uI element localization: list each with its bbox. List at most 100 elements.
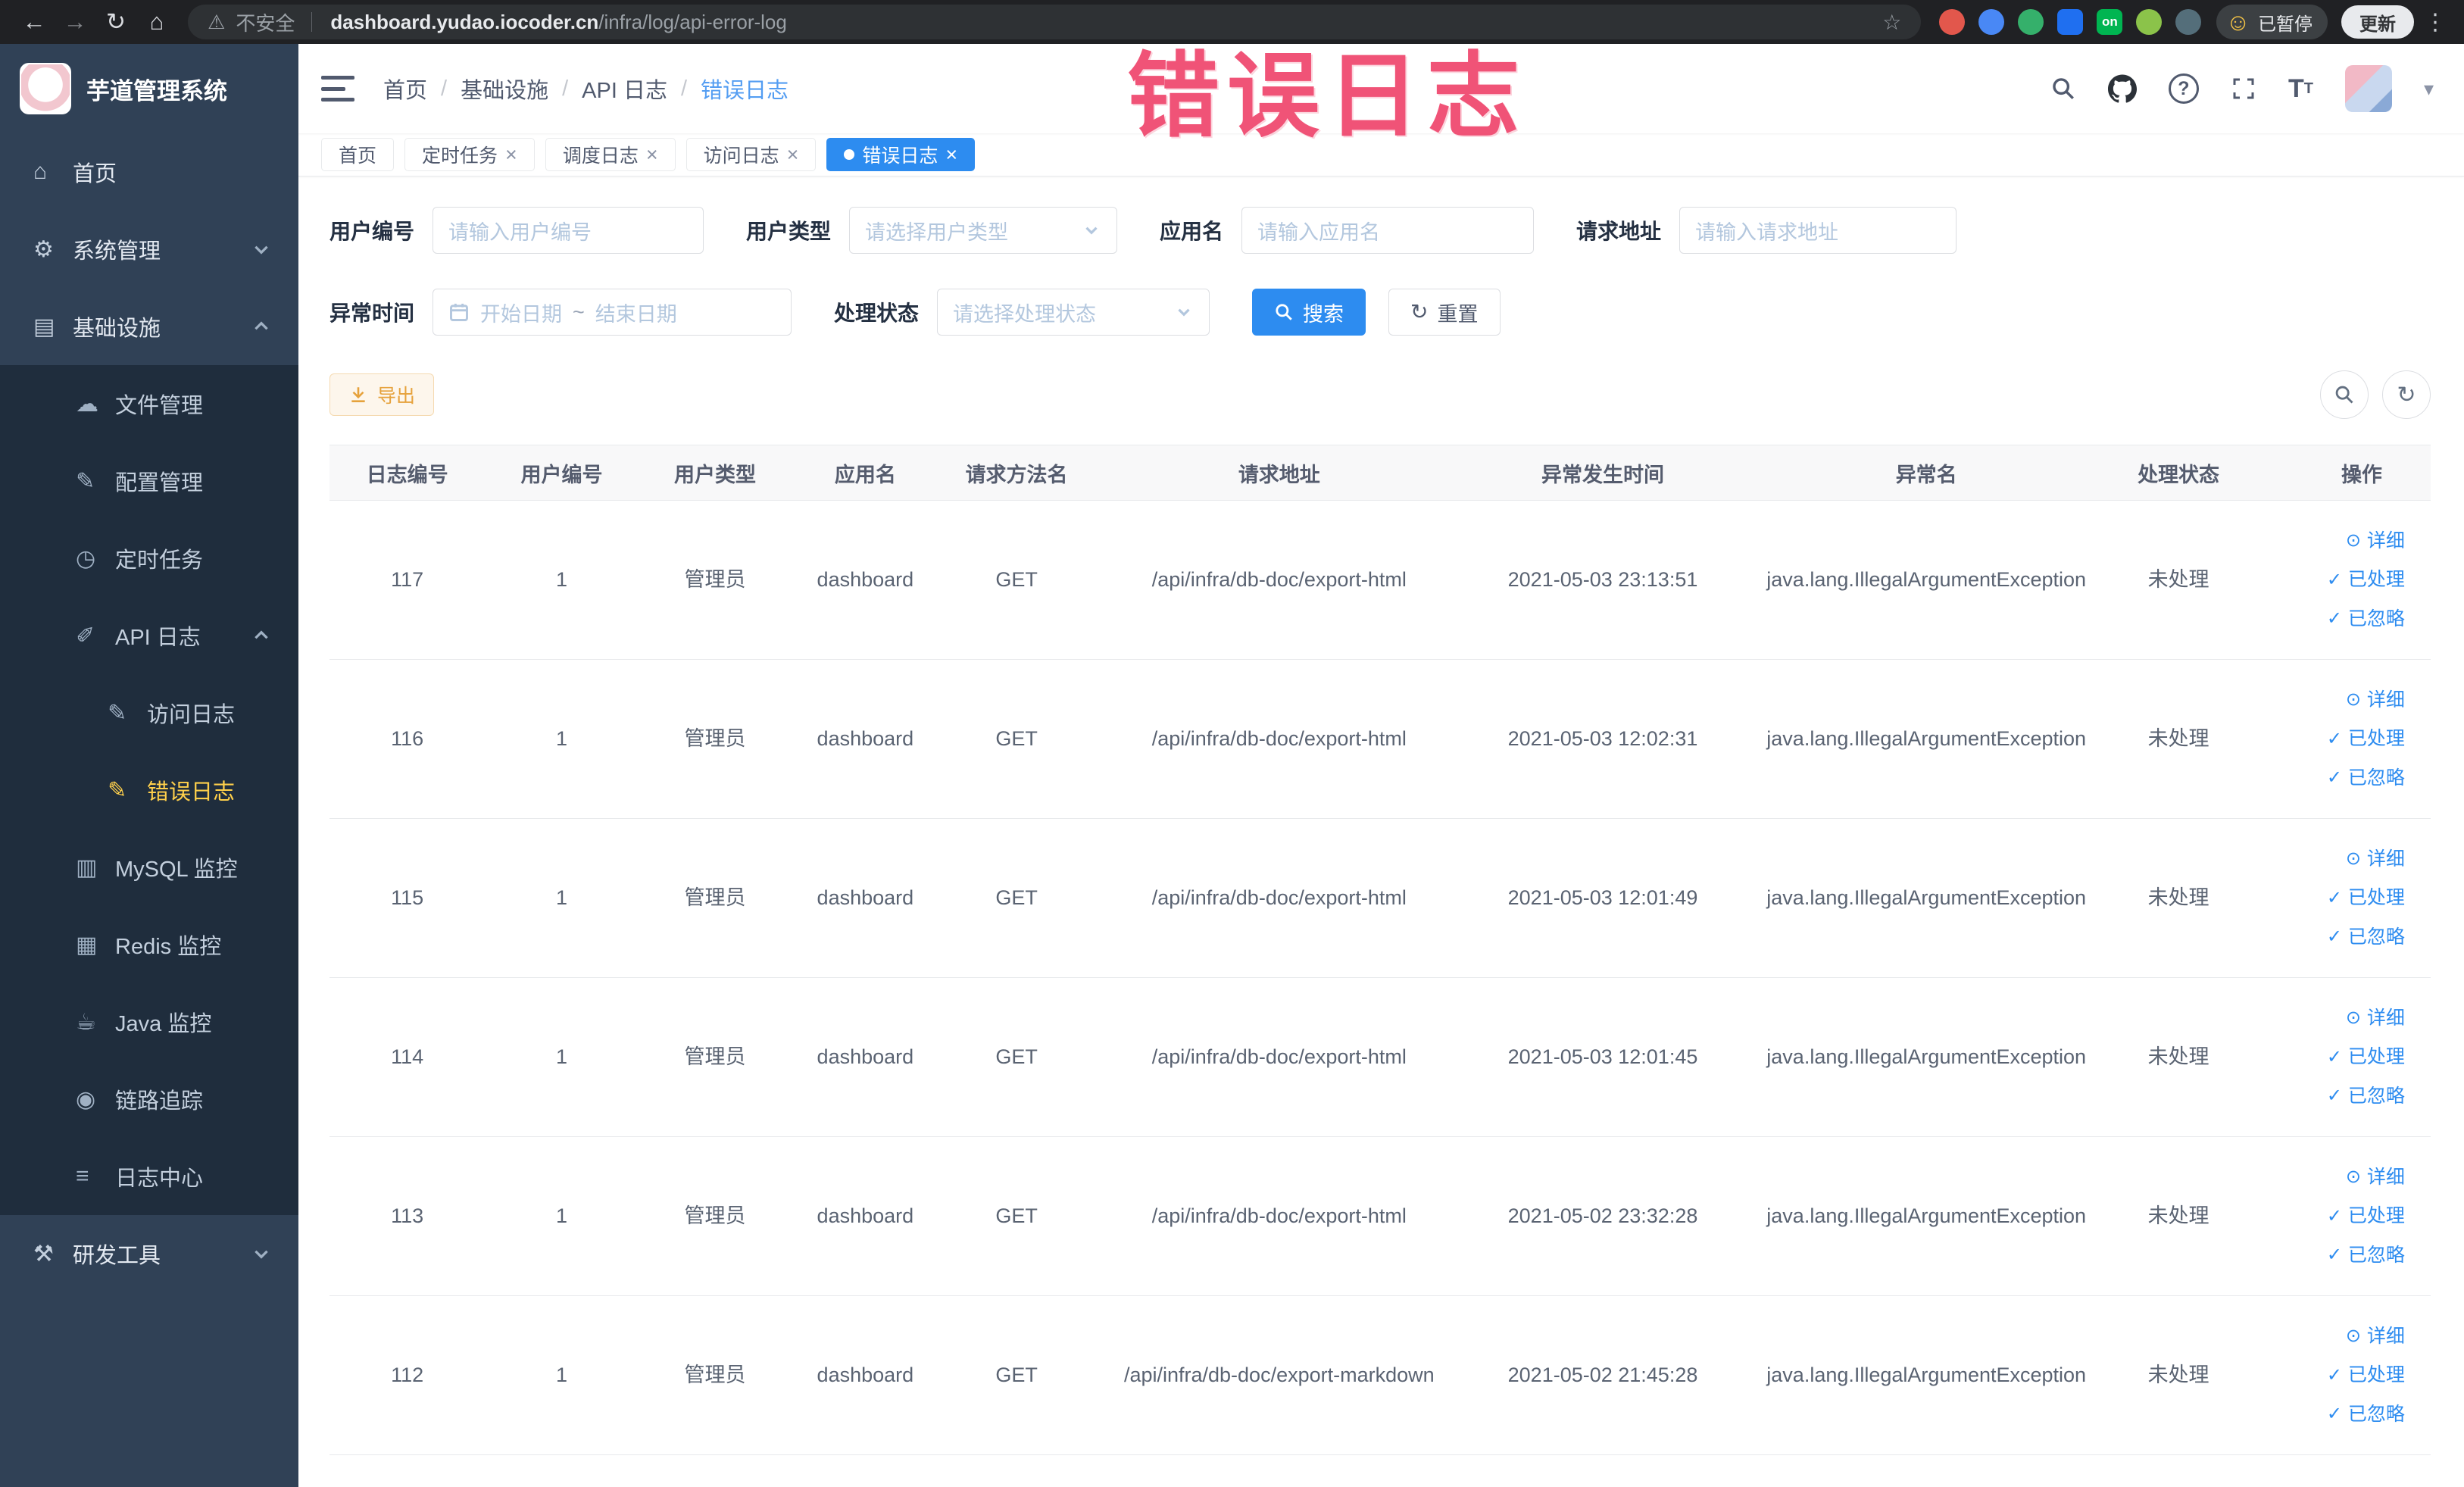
chevron-down-icon [1178,308,1190,317]
browser-update-button[interactable]: 更新 [2341,5,2414,39]
reset-button[interactable]: ↻ 重置 [1388,289,1501,336]
user-id-input[interactable]: 请输入用户编号 [433,207,704,254]
breadcrumb-home[interactable]: 首页 [383,73,427,105]
sidebar-item-api-log[interactable]: ✐ API 日志 [0,597,298,674]
search-icon[interactable] [2050,76,2076,102]
tab-error-log[interactable]: 错误日志 × [826,138,976,171]
caret-down-icon[interactable]: ▾ [2424,77,2434,101]
sidebar-item-label: 首页 [73,162,117,186]
sidebar-item-mysql-monitor[interactable]: ▥ MySQL 监控 [0,829,298,906]
sidebar-item-trace[interactable]: ◉ 链路追踪 [0,1061,298,1138]
user-id-cell: 1 [556,886,568,909]
refresh-button[interactable]: ↻ [2382,370,2431,419]
fullscreen-icon[interactable] [2231,76,2256,102]
sidebar-item-config-manage[interactable]: ✎ 配置管理 [0,442,298,520]
forward-icon[interactable]: → [55,4,95,40]
sidebar-item-redis-monitor[interactable]: ▦ Redis 监控 [0,906,298,983]
font-size-icon[interactable]: TT [2288,74,2313,104]
reload-icon[interactable]: ↻ [95,4,136,40]
back-icon[interactable]: ← [14,4,55,40]
ignored-link[interactable]: ✓ 已忽略 [2327,764,2405,792]
extension-icon-on[interactable]: on [2097,9,2123,35]
detail-link[interactable]: ⊙ 详细 [2346,845,2405,873]
security-warning-icon[interactable]: ⚠ [208,11,225,34]
reset-button-label: 重置 [1437,302,1479,326]
exception-time-cell: 2021-05-03 12:01:45 [1507,1045,1698,1068]
exception-time-range-input[interactable]: 开始日期 ~ 结束日期 [433,289,792,336]
profile-chip[interactable]: ☺ 已暂停 [2216,5,2328,39]
tab-home[interactable]: 首页 [321,138,395,171]
detail-link[interactable]: ⊙ 详细 [2346,1004,2405,1032]
extension-icon-7[interactable] [2175,9,2202,35]
processed-link[interactable]: ✓ 已处理 [2327,1043,2405,1070]
extension-icon-4[interactable] [2057,9,2084,35]
ignored-link[interactable]: ✓ 已忽略 [2327,923,2405,951]
ignored-link[interactable]: ✓ 已忽略 [2327,1401,2405,1428]
export-button[interactable]: 导出 [329,373,435,416]
collapse-menu-icon[interactable] [321,76,354,102]
request-url-input[interactable]: 请输入请求地址 [1679,207,1957,254]
ignored-link[interactable]: ✓ 已忽略 [2327,605,2405,633]
sidebar-item-dev-tools[interactable]: ⚒ 研发工具 [0,1215,298,1292]
ignored-link[interactable]: ✓ 已忽略 [2327,1242,2405,1269]
close-icon[interactable]: × [505,144,517,165]
table-header: 日志编号 用户编号 用户类型 应用名 请求方法名 请求地址 异常发生时间 异常名… [329,445,2431,501]
search-button-label: 搜索 [1303,302,1344,326]
app-logo[interactable]: 芋道管理系统 [0,44,298,133]
sidebar-item-file-manage[interactable]: ☁ 文件管理 [0,365,298,442]
sidebar-item-system-manage[interactable]: ⚙ 系统管理 [0,211,298,288]
user-avatar[interactable] [2344,65,2392,112]
detail-link[interactable]: ⊙ 详细 [2346,1164,2405,1191]
actions-cell: ⊙ 详细 ✓ 已处理 ✓ 已忽略 [2246,686,2431,792]
sidebar-item-java-monitor[interactable]: ☕ Java 监控 [0,983,298,1061]
table-row: 113 1 管理员 dashboard GET/api/infra/db-doc/exp… [329,1137,2431,1296]
github-icon[interactable] [2107,74,2137,103]
processed-link[interactable]: ✓ 已处理 [2327,725,2405,752]
exception-time-cell: 2021-05-03 23:13:51 [1507,567,1698,591]
search-button[interactable]: 搜索 [1252,289,1366,336]
user-id-cell: 1 [556,567,568,591]
url-bar[interactable]: ⚠ 不安全 dashboard.yudao.iocoder.cn/infra/l… [188,5,1922,39]
check-icon: ✓ [2326,767,2342,788]
sidebar-item-access-log[interactable]: ✎ 访问日志 [0,674,298,751]
ignored-link[interactable]: ✓ 已忽略 [2327,1082,2405,1110]
extension-icon-1[interactable] [1939,9,1966,35]
search-toggle-button[interactable] [2320,370,2369,419]
processed-link[interactable]: ✓ 已处理 [2327,884,2405,911]
breadcrumb-infrastructure[interactable]: 基础设施 [461,73,548,105]
help-icon[interactable]: ? [2168,73,2199,104]
table-row: 114 1 管理员 dashboard GET/api/infra/db-doc/exp… [329,978,2431,1137]
extension-icon-3[interactable] [2018,9,2044,35]
extension-icon-6[interactable] [2136,9,2163,35]
detail-link[interactable]: ⊙ 详细 [2346,527,2405,555]
error-log-icon: ✎ [108,777,127,803]
process-status-select[interactable]: 请选择处理状态 [937,289,1210,336]
user-type-select[interactable]: 请选择用户类型 [849,207,1118,254]
sidebar-item-log-center[interactable]: ≡ 日志中心 [0,1138,298,1215]
tab-dispatch-log[interactable]: 调度日志 × [545,138,676,171]
detail-link[interactable]: ⊙ 详细 [2346,1323,2405,1350]
extension-icon-2[interactable] [1978,9,2005,35]
sidebar-item-label: 访问日志 [147,703,236,727]
close-icon[interactable]: × [787,144,799,165]
sidebar-item-home[interactable]: ⌂ 首页 [0,133,298,211]
close-icon[interactable]: × [945,144,957,165]
processed-link[interactable]: ✓ 已处理 [2327,1202,2405,1229]
tab-scheduled-task[interactable]: 定时任务 × [404,138,535,171]
bookmark-star-icon[interactable]: ☆ [1882,10,1901,35]
processed-link[interactable]: ✓ 已处理 [2327,1361,2405,1389]
tab-access-log[interactable]: 访问日志 × [685,138,817,171]
detail-link[interactable]: ⊙ 详细 [2346,686,2405,714]
close-icon[interactable]: × [646,144,658,165]
processed-link-label: 已处理 [2347,569,2405,591]
breadcrumb-api-log[interactable]: API 日志 [582,73,667,105]
sidebar-item-error-log[interactable]: ✎ 错误日志 [0,751,298,829]
processed-link[interactable]: ✓ 已处理 [2327,566,2405,593]
browser-menu-icon[interactable]: ⋮ [2420,9,2450,36]
app-name-input[interactable]: 请输入应用名 [1241,207,1535,254]
chevron-down-icon [255,245,268,255]
sidebar-item-scheduled-task[interactable]: ◷ 定时任务 [0,520,298,597]
browser-home-icon[interactable]: ⌂ [136,4,177,40]
sidebar-item-infrastructure[interactable]: ▤ 基础设施 [0,288,298,365]
actions-cell: ⊙ 详细 ✓ 已处理 ✓ 已忽略 [2246,1323,2431,1428]
